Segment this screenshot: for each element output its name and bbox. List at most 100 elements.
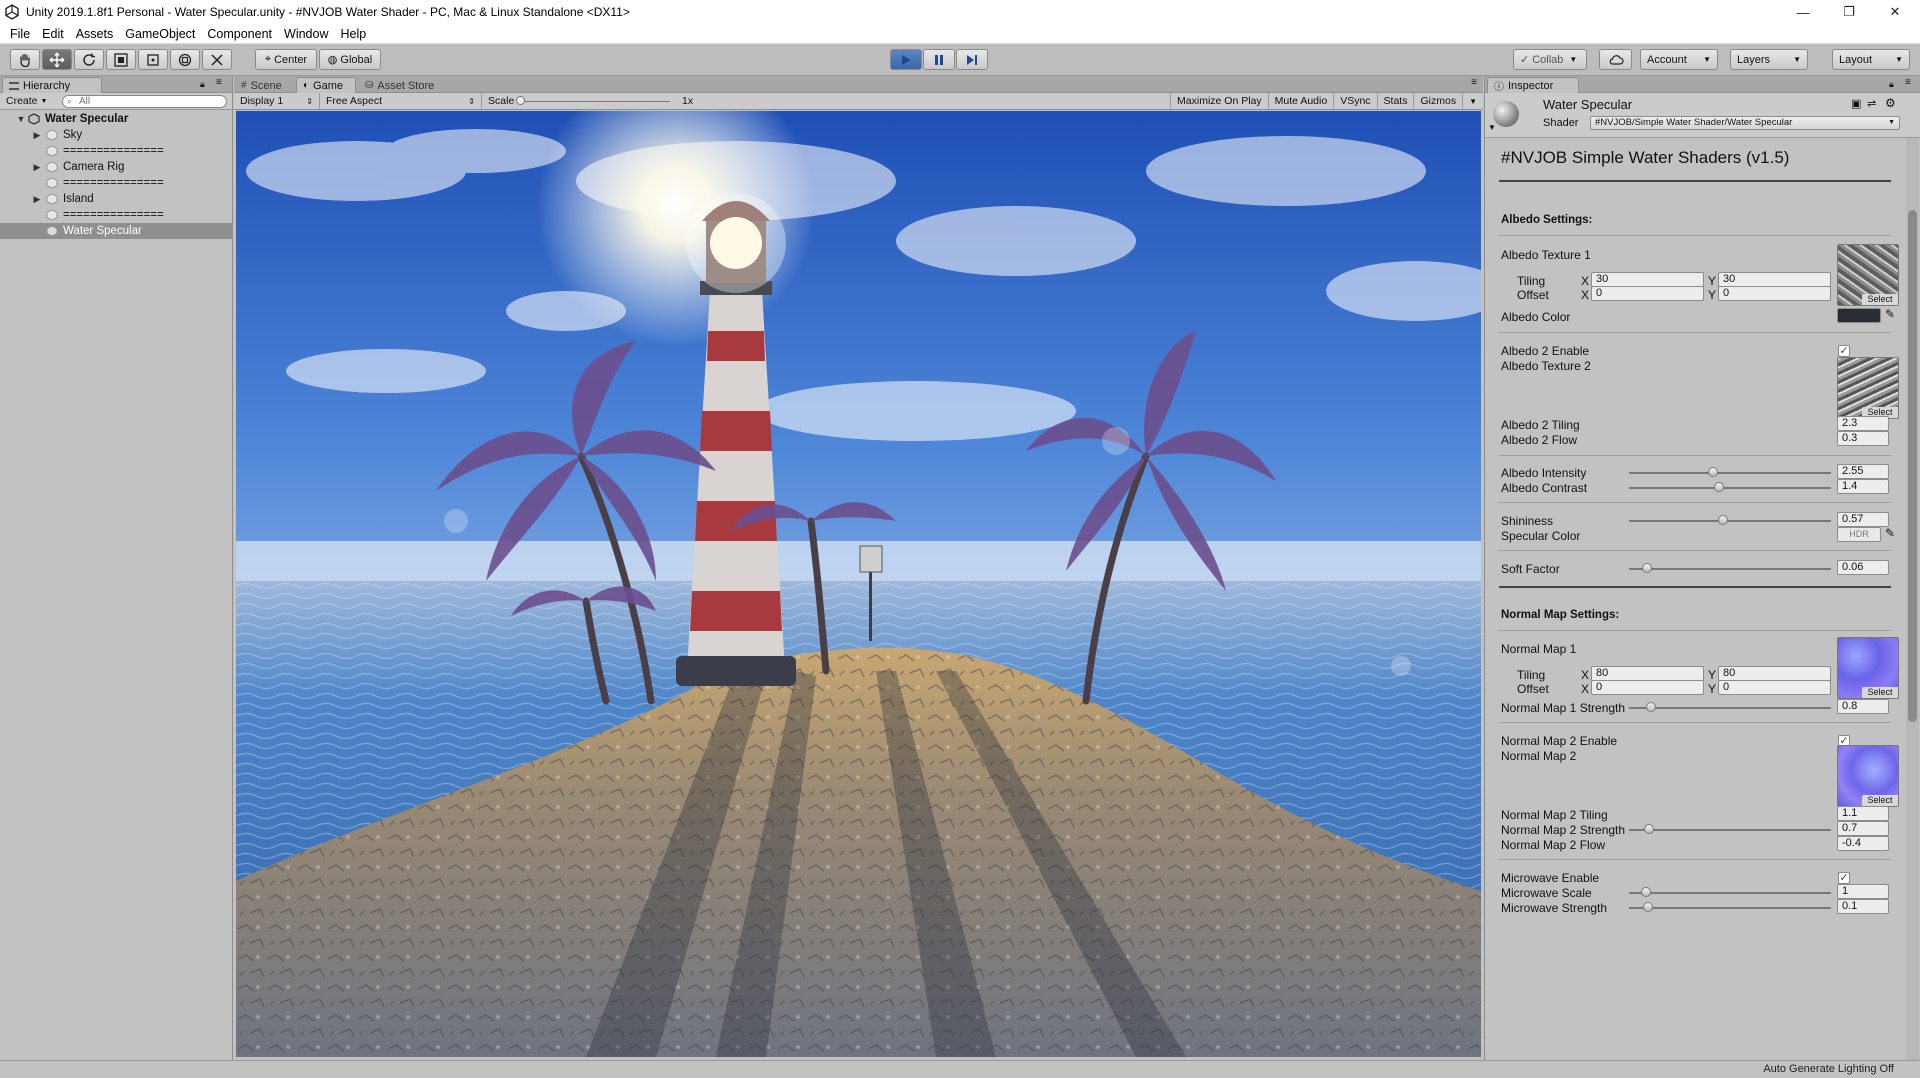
tab-game[interactable]: ◐ Game bbox=[296, 77, 356, 93]
layout-dropdown[interactable]: Layout ▼ bbox=[1832, 49, 1910, 70]
normal-offset-x-field[interactable]: 0 bbox=[1591, 680, 1704, 695]
shininess-track[interactable] bbox=[1629, 520, 1831, 522]
tab-inspector[interactable]: ⓘ Inspector bbox=[1487, 77, 1579, 93]
albedo-contrast-field[interactable]: 1.4 bbox=[1837, 479, 1889, 494]
game-viewport[interactable] bbox=[236, 111, 1481, 1057]
expand-arrow-icon[interactable]: ▶ bbox=[32, 194, 42, 204]
normal-tiling-y-field[interactable]: 80 bbox=[1718, 666, 1831, 681]
specular-color-field[interactable]: HDR bbox=[1837, 527, 1881, 542]
scale-knob[interactable] bbox=[516, 95, 525, 105]
vsync-toggle[interactable]: VSync bbox=[1334, 92, 1378, 110]
microwave-scale-field[interactable]: 1 bbox=[1837, 884, 1889, 899]
menu-gameobject[interactable]: GameObject bbox=[119, 27, 201, 41]
soft-factor-track[interactable] bbox=[1629, 568, 1831, 570]
transform-tool-button[interactable] bbox=[170, 49, 200, 70]
space-global-button[interactable]: ◍ Global bbox=[319, 49, 381, 70]
rotate-tool-button[interactable] bbox=[74, 49, 104, 70]
tab-asset-store[interactable]: ⛁ Asset Store bbox=[358, 77, 454, 93]
scene-root-row[interactable]: ▼ Water Specular bbox=[0, 111, 233, 127]
albedo-intensity-track[interactable] bbox=[1629, 472, 1831, 474]
gizmos-dropdown[interactable]: ▼ bbox=[1463, 93, 1483, 110]
albedo-tiling-y-field[interactable]: 30 bbox=[1718, 272, 1831, 287]
create-dropdown[interactable]: Create ▼ bbox=[0, 94, 53, 109]
expand-arrow-icon[interactable]: ▶ bbox=[32, 130, 42, 140]
aspect-dropdown[interactable]: Free Aspect ⇕ bbox=[320, 92, 482, 110]
expand-arrow-icon[interactable]: ▼ bbox=[16, 114, 26, 124]
eyedropper-icon[interactable]: ✎ bbox=[1885, 526, 1895, 540]
step-button[interactable] bbox=[956, 49, 988, 70]
rect-tool-button[interactable] bbox=[138, 49, 168, 70]
menu-icon[interactable]: ≡ bbox=[1905, 77, 1911, 88]
tab-hierarchy[interactable]: Hierarchy bbox=[2, 77, 102, 93]
microwave-strength-track[interactable] bbox=[1629, 907, 1831, 909]
eyedropper-icon[interactable]: ✎ bbox=[1885, 307, 1895, 321]
pivot-center-button[interactable]: ⌖ Center bbox=[255, 49, 317, 70]
hierarchy-search-input[interactable]: ⌕ All bbox=[62, 95, 227, 108]
microwave-scale-knob[interactable] bbox=[1641, 887, 1651, 897]
scale-tool-button[interactable] bbox=[106, 49, 136, 70]
maximize-button[interactable]: ❐ bbox=[1826, 0, 1872, 24]
hierarchy-item[interactable]: ▶ Camera Rig bbox=[0, 159, 233, 175]
inspector-scroll-thumb[interactable] bbox=[1908, 210, 1917, 722]
normal-2-strength-track[interactable] bbox=[1629, 829, 1831, 831]
albedo-intensity-field[interactable]: 2.55 bbox=[1837, 464, 1889, 479]
menu-icon[interactable]: ≡ bbox=[216, 77, 222, 88]
custom-tool-button[interactable] bbox=[202, 49, 232, 70]
inspector-scrollbar[interactable] bbox=[1906, 138, 1919, 1060]
normal-offset-y-field[interactable]: 0 bbox=[1718, 680, 1831, 695]
shininess-knob[interactable] bbox=[1718, 515, 1728, 525]
menu-assets[interactable]: Assets bbox=[70, 27, 120, 41]
albedo-contrast-track[interactable] bbox=[1629, 487, 1831, 489]
hierarchy-item[interactable]: =============== bbox=[0, 175, 233, 191]
albedo-texture-1-slot[interactable]: Select bbox=[1837, 244, 1899, 306]
soft-factor-knob[interactable] bbox=[1642, 563, 1652, 573]
normal-map-2-select[interactable]: Select bbox=[1862, 795, 1898, 806]
hierarchy-item[interactable]: =============== bbox=[0, 143, 233, 159]
collapse-arrow-icon[interactable]: ▼ bbox=[1488, 123, 1496, 132]
menu-edit[interactable]: Edit bbox=[36, 27, 70, 41]
normal-1-strength-knob[interactable] bbox=[1646, 702, 1656, 712]
albedo-tiling-x-field[interactable]: 30 bbox=[1591, 272, 1704, 287]
expand-arrow-icon[interactable]: ▶ bbox=[32, 162, 42, 172]
hierarchy-item[interactable]: ▶ Island bbox=[0, 191, 233, 207]
menu-icon[interactable]: ≡ bbox=[1471, 77, 1477, 88]
pause-button[interactable] bbox=[923, 49, 955, 70]
microwave-enable-checkbox[interactable]: ✓ bbox=[1838, 872, 1850, 884]
lighting-status[interactable]: Auto Generate Lighting Off bbox=[1763, 1063, 1894, 1075]
shininess-field[interactable]: 0.57 bbox=[1837, 512, 1889, 527]
normal-tiling-x-field[interactable]: 80 bbox=[1591, 666, 1704, 681]
menu-component[interactable]: Component bbox=[201, 27, 278, 41]
hierarchy-item[interactable]: ▶ Sky bbox=[0, 127, 233, 143]
hierarchy-item[interactable]: =============== bbox=[0, 207, 233, 223]
albedo-2-flow-field[interactable]: 0.3 bbox=[1837, 431, 1889, 446]
normal-2-strength-knob[interactable] bbox=[1644, 824, 1654, 834]
normal-2-flow-field[interactable]: -0.4 bbox=[1837, 836, 1889, 851]
close-button[interactable]: ✕ bbox=[1872, 0, 1918, 24]
menu-file[interactable]: File bbox=[4, 27, 36, 41]
shader-dropdown[interactable]: #NVJOB/Simple Water Shader/Water Specula… bbox=[1590, 116, 1900, 130]
normal-1-strength-track[interactable] bbox=[1629, 707, 1831, 709]
normal-map-1-slot[interactable]: Select bbox=[1837, 637, 1899, 699]
layers-dropdown[interactable]: Layers ▼ bbox=[1730, 49, 1808, 70]
albedo-2-tiling-field[interactable]: 2.3 bbox=[1837, 416, 1889, 431]
normal-map-2-slot[interactable]: Select bbox=[1837, 745, 1899, 807]
microwave-strength-knob[interactable] bbox=[1643, 902, 1653, 912]
menu-help[interactable]: Help bbox=[334, 27, 372, 41]
normal-2-tiling-field[interactable]: 1.1 bbox=[1837, 806, 1889, 821]
collab-dropdown[interactable]: ✓ Collab ▼ bbox=[1513, 49, 1587, 70]
scale-slider[interactable]: Scale 1x bbox=[482, 93, 693, 110]
account-dropdown[interactable]: Account ▼ bbox=[1640, 49, 1718, 70]
maximize-on-play-toggle[interactable]: Maximize On Play bbox=[1170, 92, 1269, 110]
microwave-strength-field[interactable]: 0.1 bbox=[1837, 899, 1889, 914]
tab-scene[interactable]: # Scene bbox=[234, 77, 296, 93]
hierarchy-item[interactable]: Water Specular bbox=[0, 223, 233, 239]
microwave-scale-track[interactable] bbox=[1629, 892, 1831, 894]
albedo-2-enable-checkbox[interactable]: ✓ bbox=[1838, 345, 1850, 357]
hand-tool-button[interactable] bbox=[10, 49, 40, 70]
soft-factor-field[interactable]: 0.06 bbox=[1837, 560, 1889, 575]
lock-icon[interactable]: 🔒︎ bbox=[1889, 79, 1894, 90]
albedo-texture-2-slot[interactable]: Select bbox=[1837, 357, 1899, 419]
albedo-offset-y-field[interactable]: 0 bbox=[1718, 286, 1831, 301]
preset-icon[interactable]: ⇌ bbox=[1867, 97, 1876, 110]
mute-audio-toggle[interactable]: Mute Audio bbox=[1269, 92, 1335, 110]
